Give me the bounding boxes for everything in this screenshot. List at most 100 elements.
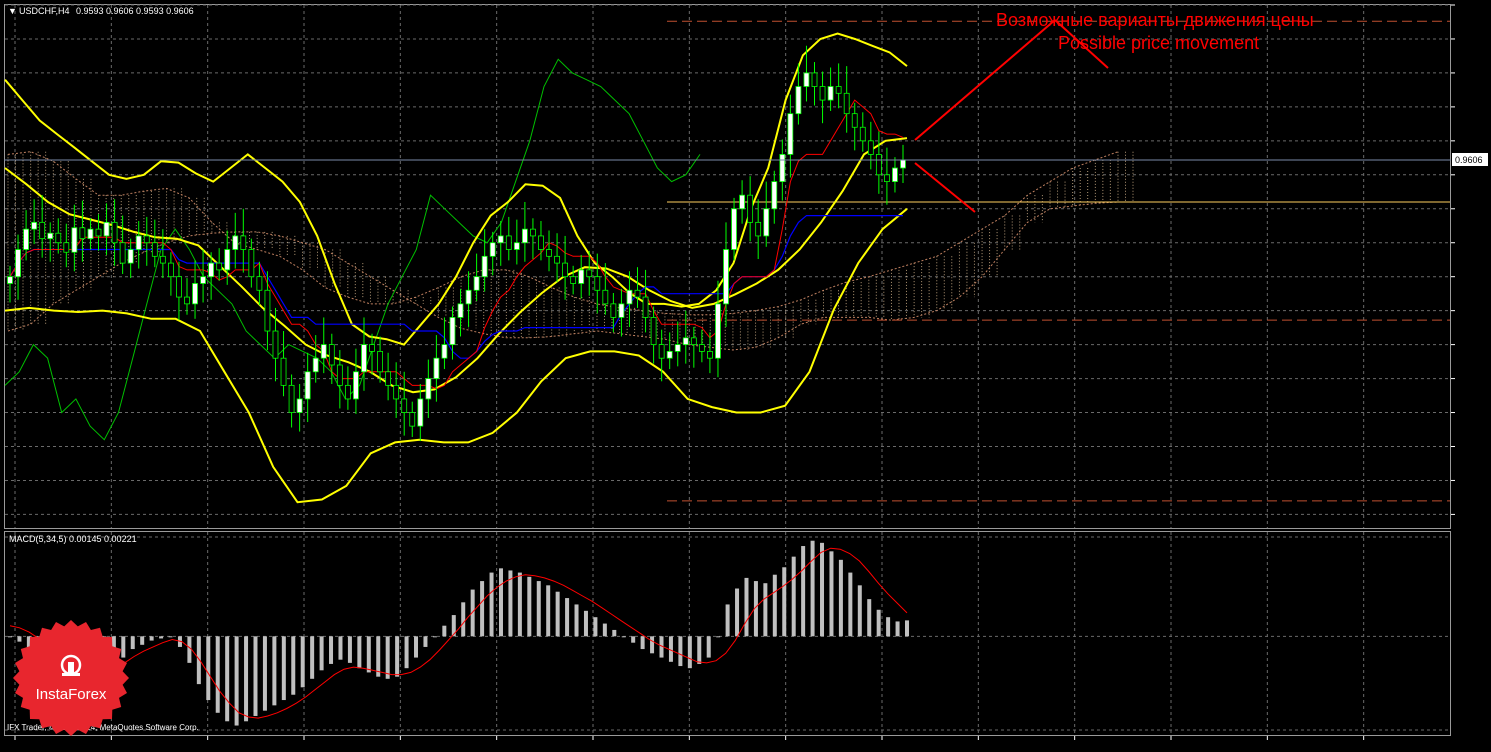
candle-body xyxy=(900,159,906,169)
candle-body xyxy=(715,303,721,359)
macd-histogram-bar xyxy=(810,540,815,637)
macd-histogram-bar xyxy=(829,551,834,637)
candle-body xyxy=(111,221,118,244)
macd-histogram-bar xyxy=(130,636,135,650)
macd-histogram-bar xyxy=(140,636,145,645)
macd-histogram-bar xyxy=(886,617,891,637)
macd-histogram-bar xyxy=(565,598,570,637)
candle-body xyxy=(39,221,46,240)
candle-body xyxy=(803,72,810,87)
macd-histogram-bar xyxy=(848,572,853,637)
candle-body xyxy=(513,242,520,250)
candle-body xyxy=(256,276,263,291)
candle-body xyxy=(304,371,311,400)
instaforex-logo[interactable]: InstaForex xyxy=(13,620,129,736)
candle-body xyxy=(634,289,641,298)
candle-body xyxy=(481,255,488,278)
macd-histogram-bar xyxy=(300,636,305,688)
chart-background xyxy=(0,0,1491,752)
candle-body xyxy=(264,289,271,332)
candle-body xyxy=(747,194,754,223)
macd-histogram-bar xyxy=(857,585,862,637)
candle-body xyxy=(892,167,898,182)
candle-body xyxy=(224,249,231,271)
candle-body xyxy=(875,154,882,176)
macd-histogram-bar xyxy=(8,636,12,638)
macd-histogram-bar xyxy=(867,599,872,637)
macd-histogram-bar xyxy=(687,636,692,669)
current-price-value: 0.9606 xyxy=(1455,155,1483,165)
macd-histogram-bar xyxy=(338,636,343,660)
candle-body xyxy=(690,337,697,346)
candle-body xyxy=(562,262,569,278)
candle-body xyxy=(594,276,601,291)
macd-histogram-bar xyxy=(546,585,551,637)
macd-histogram-bar xyxy=(225,636,230,722)
candle-body xyxy=(473,276,480,291)
macd-histogram-bar xyxy=(442,625,447,637)
macd-histogram-bar xyxy=(593,617,598,637)
candle-body xyxy=(401,398,408,413)
macd-histogram-bar xyxy=(517,572,522,637)
macd-histogram-bar xyxy=(17,636,22,642)
candle-body xyxy=(457,303,464,318)
candle-body xyxy=(698,344,705,352)
macd-histogram-bar xyxy=(536,581,541,637)
candle-body xyxy=(95,228,102,237)
macd-histogram-bar xyxy=(281,636,286,701)
macd-histogram-bar xyxy=(480,581,485,637)
macd-histogram-bar xyxy=(876,609,881,637)
candle-body xyxy=(425,378,432,400)
macd-histogram-bar xyxy=(820,542,825,637)
candle-body xyxy=(811,72,818,87)
macd-histogram-bar xyxy=(149,636,154,641)
candle-body xyxy=(674,344,681,352)
candle-body xyxy=(610,303,617,318)
macd-histogram-bar xyxy=(206,636,211,701)
candle-body xyxy=(143,235,150,244)
macd-histogram-bar xyxy=(791,556,796,637)
logo-badge xyxy=(13,620,129,736)
price-chart-canvas[interactable]: 0.9606 ▼ USDCHF,H4 0.9593 0.9606 0.9593 … xyxy=(0,0,1491,752)
candle-body xyxy=(771,181,778,210)
macd-histogram-bar xyxy=(640,636,645,650)
macd-histogram-bar xyxy=(735,588,740,637)
candle-body xyxy=(328,344,335,366)
macd-histogram-bar xyxy=(555,591,560,637)
candle-body xyxy=(570,276,577,284)
candle-body xyxy=(312,357,319,373)
candle-body xyxy=(707,351,713,359)
chart-symbol: USDCHF,H4 xyxy=(19,6,70,16)
macd-histogram-bar xyxy=(159,636,164,639)
macd-label: MACD(5,34,5) 0.00145 0.00221 xyxy=(9,534,137,544)
macd-histogram-bar xyxy=(574,604,579,637)
candle-body xyxy=(586,269,593,278)
candle-body xyxy=(63,242,70,253)
candle-body xyxy=(320,344,327,359)
candle-body xyxy=(344,384,351,400)
candle-body xyxy=(31,221,38,230)
candle-body xyxy=(385,371,392,386)
macd-histogram-bar xyxy=(432,636,437,638)
macd-histogram-bar xyxy=(583,610,588,637)
candle-body xyxy=(151,242,158,257)
chart-ohlc: 0.9593 0.9606 0.9593 0.9606 xyxy=(76,6,194,16)
candle-body xyxy=(787,113,794,155)
candle-body xyxy=(642,296,649,318)
candle-body xyxy=(184,296,190,305)
macd-histogram-bar xyxy=(612,629,617,637)
macd-histogram-bar xyxy=(489,572,494,637)
candle-body xyxy=(731,208,737,250)
candle-body xyxy=(819,86,826,101)
candle-body xyxy=(739,194,745,210)
candle-body xyxy=(779,154,786,182)
candle-body xyxy=(763,208,770,237)
candle-body xyxy=(288,384,295,413)
candle-body xyxy=(505,235,512,250)
candle-body xyxy=(682,337,689,346)
macd-histogram-bar xyxy=(498,568,503,637)
candle-body xyxy=(192,283,198,305)
candle-body xyxy=(240,235,247,250)
candle-body xyxy=(361,344,367,373)
chart-menu-arrow[interactable]: ▼ xyxy=(8,6,17,16)
